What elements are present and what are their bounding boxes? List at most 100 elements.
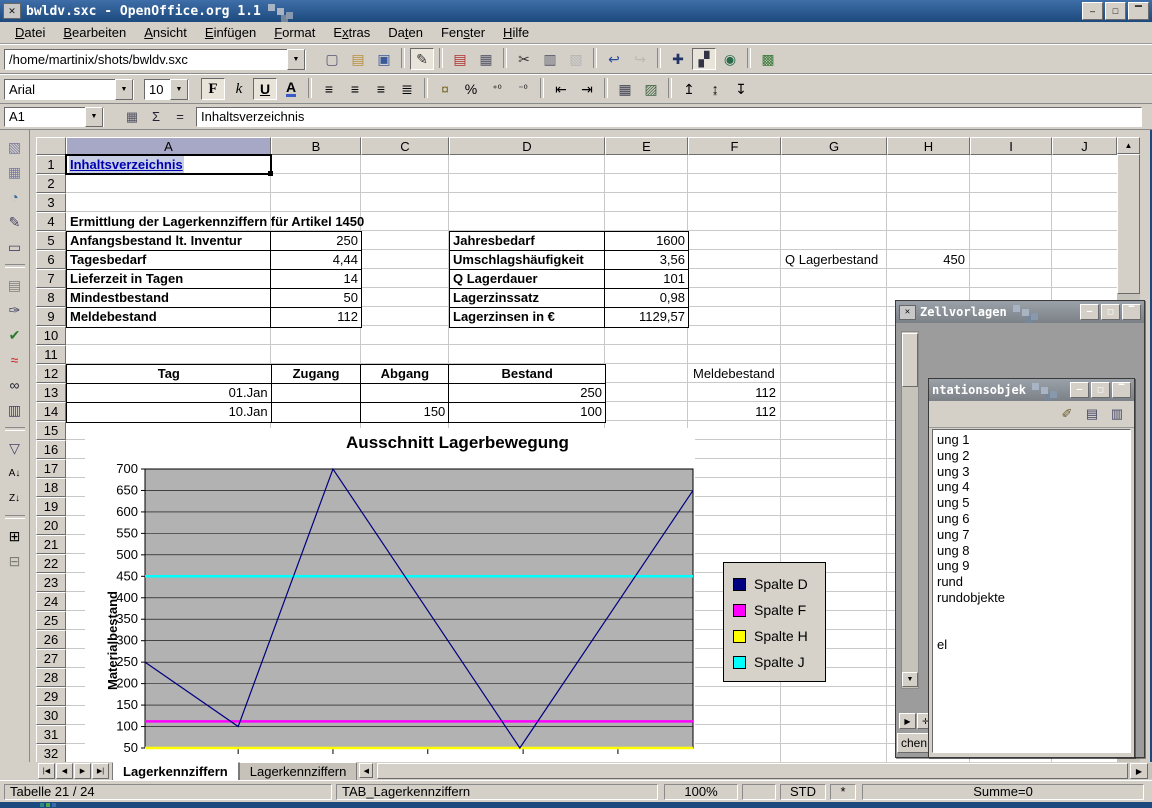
row-header[interactable]: 16 bbox=[36, 440, 66, 459]
row-header[interactable]: 24 bbox=[36, 592, 66, 611]
menu-extras[interactable]: Extras bbox=[324, 23, 379, 42]
row-header[interactable]: 4 bbox=[36, 212, 66, 231]
style-list-item[interactable]: ung 5 bbox=[937, 495, 1130, 511]
style-list-item[interactable]: ung 1 bbox=[937, 432, 1130, 448]
row-header[interactable]: 1 bbox=[36, 155, 66, 174]
cell-q-lagerbestand-label[interactable]: Q Lagerbestand bbox=[785, 250, 885, 269]
shade-button[interactable]: ▔ bbox=[1128, 2, 1149, 20]
vertical-scrollbar-thumb[interactable] bbox=[1117, 154, 1140, 294]
style-list-item[interactable] bbox=[937, 606, 1130, 622]
row-header[interactable]: 28 bbox=[36, 668, 66, 687]
menu-bearbeiten[interactable]: Bearbeiten bbox=[54, 23, 135, 42]
scroll-down-icon[interactable]: ▼ bbox=[902, 672, 918, 687]
row-header[interactable]: 5 bbox=[36, 231, 66, 250]
sort-ascending-icon[interactable]: A↓ bbox=[3, 462, 27, 484]
style-list-item[interactable]: ung 2 bbox=[937, 448, 1130, 464]
insert-draw-icon[interactable]: ✑ bbox=[3, 299, 27, 321]
spellcheck-icon[interactable]: ✔ bbox=[3, 324, 27, 346]
scroll-up-icon[interactable]: ▲ bbox=[1117, 137, 1140, 154]
row-header[interactable]: 6 bbox=[36, 250, 66, 269]
align-left-icon[interactable]: ≡ bbox=[317, 78, 341, 100]
row-header[interactable]: 30 bbox=[36, 706, 66, 725]
increase-indent-icon[interactable]: ⇥ bbox=[575, 78, 599, 100]
font-name-combo[interactable]: Arial ▼ bbox=[4, 79, 134, 100]
cell-meldebestand-header[interactable]: Meldebestand bbox=[691, 364, 779, 383]
add-decimal-icon[interactable]: ⁺⁰ bbox=[485, 78, 509, 100]
form-controls-icon[interactable]: ▭ bbox=[3, 236, 27, 258]
insert-icon[interactable]: ▧ bbox=[3, 136, 27, 158]
kennziffern-table-right[interactable]: Jahresbedarf 1600 Umschlagshäufigkeit 3,… bbox=[449, 231, 689, 328]
bold-icon[interactable]: F bbox=[201, 78, 225, 100]
sum-icon[interactable]: Σ bbox=[144, 107, 168, 127]
document-url-combo[interactable]: /home/martinix/shots/bwldv.sxc ▼ bbox=[4, 49, 306, 70]
group-icon[interactable]: ⊞ bbox=[3, 525, 27, 547]
row-header[interactable]: 25 bbox=[36, 611, 66, 630]
window-menu-icon[interactable]: ✕ bbox=[3, 3, 21, 19]
zellvorlagen-scrollbar[interactable]: ▼ bbox=[901, 331, 919, 689]
hyperlink-icon[interactable]: ◉ bbox=[718, 48, 742, 70]
decrease-indent-icon[interactable]: ⇤ bbox=[549, 78, 573, 100]
undo-icon[interactable]: ↩ bbox=[602, 48, 626, 70]
font-size-combo[interactable]: 10 ▼ bbox=[144, 79, 189, 100]
style-list-item[interactable]: ung 3 bbox=[937, 464, 1130, 480]
movement-header-row[interactable]: Tag Zugang Abgang Bestand bbox=[67, 365, 605, 384]
insert-cells-icon[interactable]: ▦ bbox=[3, 161, 27, 183]
title-bar[interactable]: ✕ bwldv.sxc - OpenOffice.org 1.1 –□▔ bbox=[0, 0, 1152, 22]
table-row[interactable]: Meldebestand 112 bbox=[67, 308, 361, 327]
scroll-right-icon[interactable]: ▶ bbox=[1130, 763, 1148, 779]
select-all-corner[interactable] bbox=[36, 137, 66, 155]
font-size-dropdown-icon[interactable]: ▼ bbox=[170, 79, 188, 100]
edit-mode-icon[interactable]: ✎ bbox=[410, 48, 434, 70]
new-document-icon[interactable]: ▢ bbox=[320, 48, 344, 70]
style-list-item[interactable]: ung 9 bbox=[937, 558, 1130, 574]
menu-fenster[interactable]: Fenster bbox=[432, 23, 494, 42]
table-row[interactable]: Tagesbedarf 4,44 bbox=[67, 251, 361, 270]
column-header-B[interactable]: B bbox=[271, 137, 361, 155]
align-top-icon[interactable]: ↥ bbox=[677, 78, 701, 100]
menu-hilfe[interactable]: Hilfe bbox=[494, 23, 538, 42]
row-header[interactable]: 9 bbox=[36, 307, 66, 326]
scrollbar-thumb[interactable] bbox=[902, 333, 918, 387]
table-row[interactable]: Umschlagshäufigkeit 3,56 bbox=[450, 251, 688, 270]
formula-input[interactable]: Inhaltsverzeichnis bbox=[196, 107, 1142, 127]
autofilter-icon[interactable]: ▽ bbox=[3, 437, 27, 459]
column-header-A[interactable]: A bbox=[66, 137, 271, 155]
kennziffern-table-left[interactable]: Anfangsbestand lt. Inventur 250 Tagesbed… bbox=[66, 231, 362, 328]
row-header[interactable]: 19 bbox=[36, 497, 66, 516]
style-list-item[interactable]: el bbox=[937, 637, 1130, 653]
cell-meldebestand-1[interactable]: 112 bbox=[691, 383, 779, 402]
shade-button[interactable]: ▔ bbox=[1112, 382, 1131, 398]
sort-descending-icon[interactable]: Z↓ bbox=[3, 487, 27, 509]
table-row[interactable]: Lagerzinsen in € 1129,57 bbox=[450, 308, 688, 327]
close-icon[interactable]: ✕ bbox=[899, 305, 916, 320]
borders-icon[interactable]: ▦ bbox=[613, 78, 637, 100]
column-header-C[interactable]: C bbox=[361, 137, 449, 155]
row-header[interactable]: 10 bbox=[36, 326, 66, 345]
align-center-icon[interactable]: ≡ bbox=[343, 78, 367, 100]
column-header-J[interactable]: J bbox=[1052, 137, 1117, 155]
style-list-item[interactable]: ung 6 bbox=[937, 511, 1130, 527]
maximize-button[interactable]: □ bbox=[1101, 304, 1120, 320]
maximize-button[interactable]: □ bbox=[1091, 382, 1110, 398]
column-header-E[interactable]: E bbox=[605, 137, 688, 155]
maximize-button[interactable]: □ bbox=[1105, 2, 1126, 20]
table-row[interactable]: Mindestbestand 50 bbox=[67, 289, 361, 308]
column-header-H[interactable]: H bbox=[887, 137, 970, 155]
cell-meldebestand-2[interactable]: 112 bbox=[691, 402, 779, 421]
last-sheet-icon[interactable]: ▶| bbox=[92, 763, 109, 779]
row-header[interactable]: 20 bbox=[36, 516, 66, 535]
minimize-button[interactable]: – bbox=[1082, 2, 1103, 20]
row-header[interactable]: 22 bbox=[36, 554, 66, 573]
row-header[interactable]: 26 bbox=[36, 630, 66, 649]
url-dropdown-icon[interactable]: ▼ bbox=[287, 49, 305, 70]
column-header-G[interactable]: G bbox=[781, 137, 887, 155]
style-list-item[interactable]: rund bbox=[937, 574, 1130, 590]
row-header[interactable]: 11 bbox=[36, 345, 66, 364]
row-header[interactable]: 2 bbox=[36, 174, 66, 193]
function-autopilot-icon[interactable]: ▦ bbox=[120, 107, 144, 127]
menu-datei[interactable]: Datei bbox=[6, 23, 54, 42]
style-list-item[interactable]: ung 8 bbox=[937, 543, 1130, 559]
table-row[interactable]: Q Lagerdauer 101 bbox=[450, 270, 688, 289]
zellvorlagen-titlebar[interactable]: ✕ Zellvorlagen –□▔ bbox=[896, 301, 1144, 323]
redo-icon[interactable]: ↪ bbox=[628, 48, 652, 70]
